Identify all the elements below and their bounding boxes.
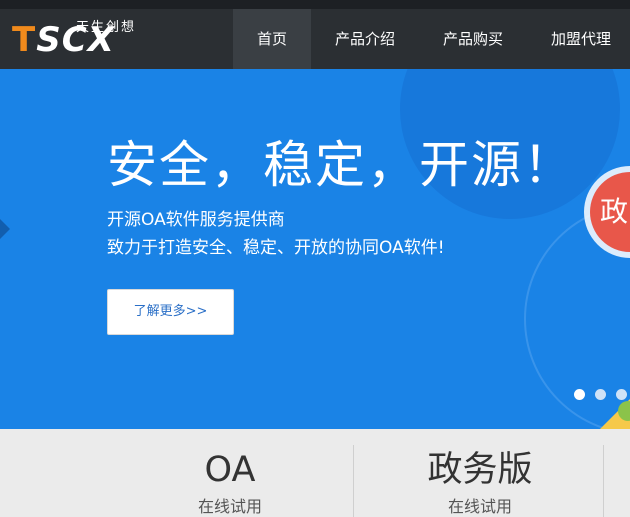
top-strip bbox=[0, 0, 630, 9]
product-oa-name: OA bbox=[204, 450, 256, 490]
carousel-dot-1[interactable] bbox=[574, 389, 585, 400]
carousel-indicators bbox=[574, 389, 627, 400]
product-oa-trial-link[interactable]: 在线试用 bbox=[150, 493, 310, 517]
product-divider bbox=[603, 445, 604, 517]
product-trials: OA 在线试用 政务版 在线试用 bbox=[0, 429, 630, 517]
nav-item-product-intro[interactable]: 产品介绍 bbox=[311, 9, 419, 69]
hero-banner: 安全，稳定，开源！ 开源OA软件服务提供商 致力于打造安全、稳定、开放的协同OA… bbox=[0, 69, 630, 429]
product-gov-trial-link[interactable]: 在线试用 bbox=[395, 493, 565, 517]
main-nav: 首页 产品介绍 产品购买 加盟代理 bbox=[233, 9, 630, 69]
carousel-dot-3[interactable] bbox=[616, 389, 627, 400]
nav-item-product-purchase[interactable]: 产品购买 bbox=[419, 9, 527, 69]
product-gov[interactable]: 政务版 在线试用 bbox=[395, 429, 565, 517]
hero-subtitle-1: 开源OA软件服务提供商 bbox=[107, 210, 285, 230]
carousel-dot-2[interactable] bbox=[595, 389, 606, 400]
logo-brand-initial: T bbox=[12, 20, 37, 60]
hero-subtitle-2: 致力于打造安全、稳定、开放的协同OA软件! bbox=[107, 238, 445, 258]
learn-more-button[interactable]: 了解更多>> bbox=[107, 289, 234, 335]
hero-title: 安全，稳定，开源！ bbox=[107, 136, 575, 194]
deco-left-chevron bbox=[0, 219, 10, 239]
product-oa[interactable]: OA 在线试用 bbox=[150, 429, 310, 517]
nav-item-agency[interactable]: 加盟代理 bbox=[527, 9, 630, 69]
top-navigation-bar: TSCX 天生创想 首页 产品介绍 产品购买 加盟代理 bbox=[0, 0, 630, 69]
product-gov-name: 政务版 bbox=[427, 450, 533, 490]
site-logo[interactable]: TSCX 天生创想 bbox=[12, 14, 152, 60]
logo-tagline: 天生创想 bbox=[76, 20, 137, 35]
product-divider bbox=[353, 445, 354, 517]
nav-item-home[interactable]: 首页 bbox=[233, 9, 312, 69]
